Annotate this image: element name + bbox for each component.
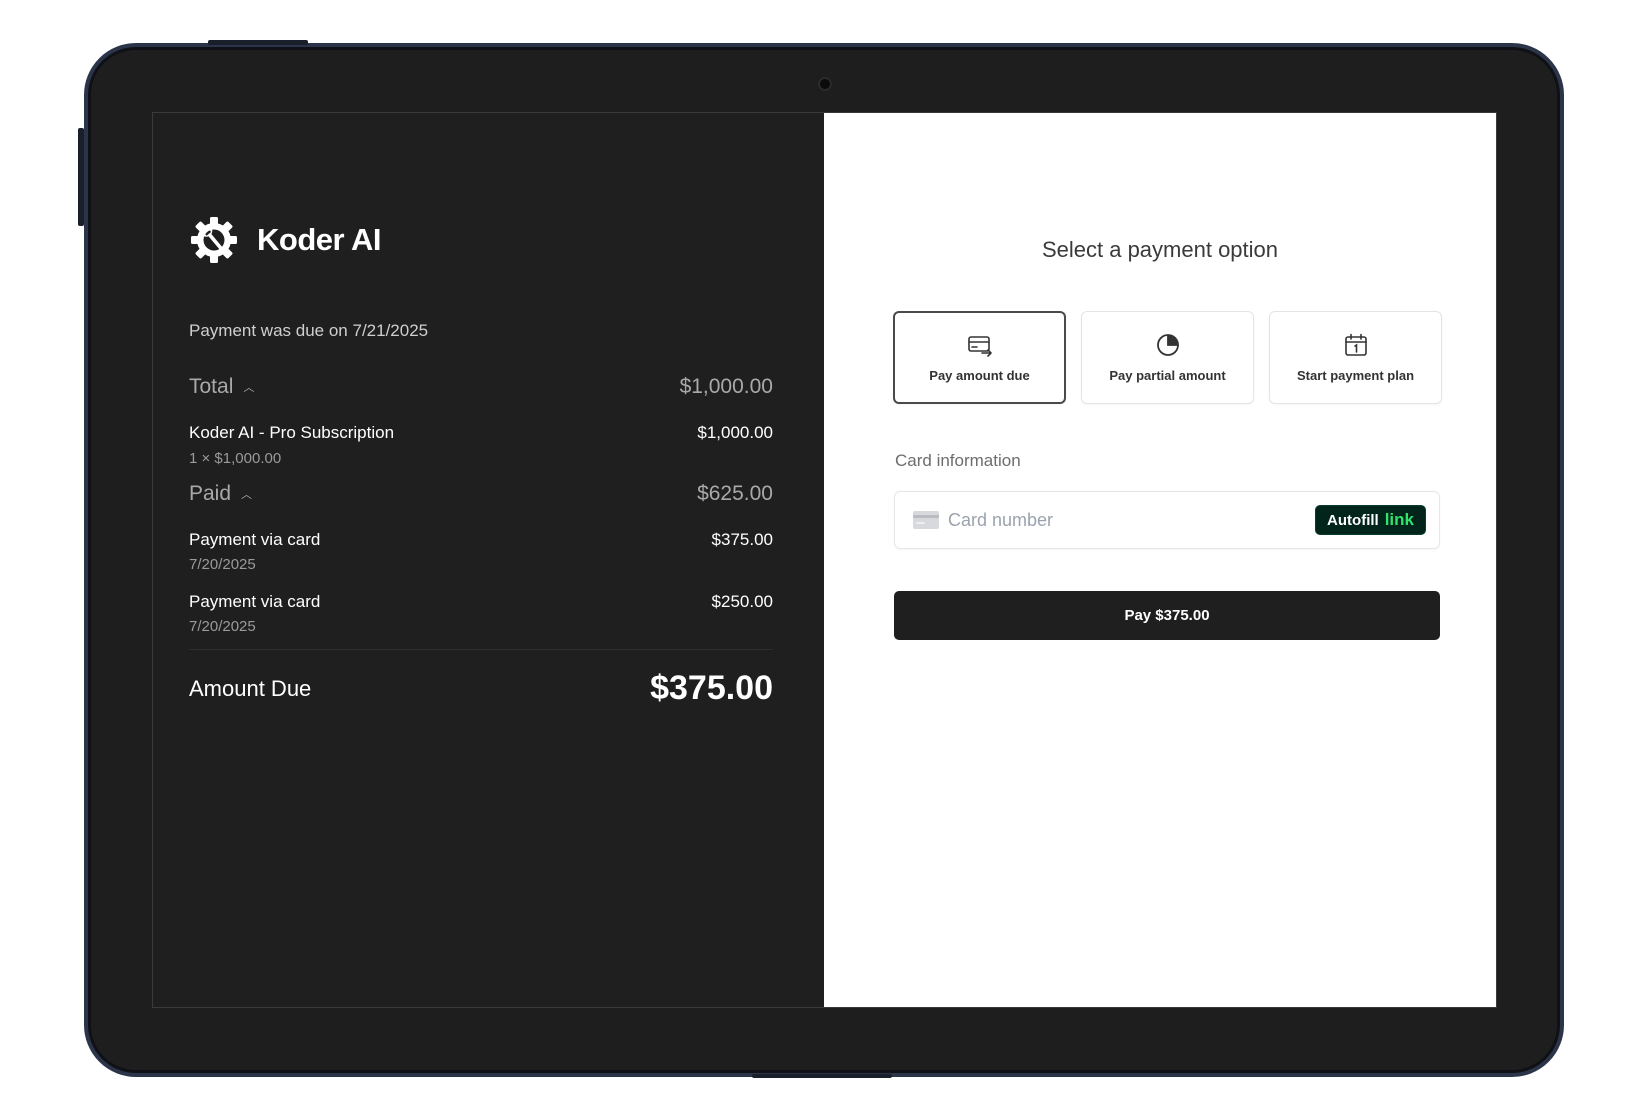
payment-item-title: Payment via card [189, 592, 321, 611]
option-label: Pay partial amount [1109, 368, 1226, 383]
screen: Koder AI Payment was due on 7/21/2025 To… [152, 112, 1497, 1008]
card-number-field[interactable]: Autofill link [894, 491, 1440, 549]
option-pay-partial-amount[interactable]: Pay partial amount [1081, 311, 1254, 404]
card-transfer-icon [967, 336, 992, 357]
option-start-payment-plan[interactable]: Start payment plan [1269, 311, 1442, 404]
paid-row[interactable]: Paid ︿ $625.00 [189, 482, 773, 506]
line-item-title: Koder AI - Pro Subscription [189, 423, 395, 442]
total-row[interactable]: Total ︿ $1,000.00 [189, 375, 773, 399]
paid-toggle[interactable]: Paid ︿ [189, 482, 252, 506]
payment-item: Payment via card $375.00 [189, 530, 773, 550]
chevron-up-icon: ︿ [241, 489, 253, 501]
line-item: Koder AI - Pro Subscription $1,000.00 [189, 423, 773, 443]
amount-due-row: Amount Due $375.00 [189, 669, 773, 708]
option-pay-amount-due[interactable]: Pay amount due [893, 311, 1066, 404]
pie-chart-icon [1156, 334, 1179, 356]
card-number-input[interactable] [948, 509, 1316, 531]
autofill-label: Autofill [1327, 511, 1379, 529]
invoice-summary-pane: Koder AI Payment was due on 7/21/2025 To… [153, 113, 824, 1007]
gear-wrench-logo-icon [191, 217, 237, 263]
payment-options: Pay amount due Pay partial amount Start … [893, 311, 1442, 404]
brand: Koder AI [189, 215, 382, 265]
summary-divider [189, 649, 773, 650]
payment-item-date: 7/20/2025 [189, 556, 256, 573]
amount-due-label: Amount Due [189, 675, 312, 701]
total-toggle[interactable]: Total ︿ [189, 375, 254, 399]
merchant-name: Koder AI [257, 222, 382, 257]
total-label: Total [189, 375, 234, 398]
option-label: Start payment plan [1296, 368, 1415, 383]
paid-label: Paid [189, 482, 232, 505]
autofill-link-button[interactable]: Autofill link [1315, 505, 1426, 535]
paid-amount: $625.00 [697, 482, 773, 505]
payment-heading: Select a payment option [1041, 237, 1279, 262]
chevron-up-icon: ︿ [243, 382, 255, 394]
line-item-quantity: 1 × $1,000.00 [189, 450, 282, 467]
payment-item-date: 7/20/2025 [189, 618, 256, 635]
option-label: Pay amount due [929, 368, 1030, 383]
payment-item-title: Payment via card [189, 530, 321, 549]
amount-due-value: $375.00 [650, 669, 773, 707]
payment-item-amount: $250.00 [711, 592, 773, 611]
tablet-side-button [78, 128, 84, 226]
calendar-icon [1344, 333, 1367, 356]
card-information-label: Card information [895, 451, 1021, 470]
payment-pane: Select a payment option Pay amount due P… [824, 113, 1496, 1007]
pay-button[interactable]: Pay $375.00 [894, 591, 1440, 640]
tablet-bottom-connector [752, 1074, 892, 1078]
credit-card-icon [913, 511, 939, 529]
link-logo: link [1384, 510, 1414, 529]
payment-item: Payment via card $250.00 [189, 592, 773, 612]
tablet-top-button [208, 40, 308, 45]
payment-item-amount: $375.00 [711, 530, 773, 549]
total-amount: $1,000.00 [679, 375, 773, 398]
line-item-amount: $1,000.00 [697, 423, 773, 442]
front-camera [818, 77, 832, 91]
due-date-note: Payment was due on 7/21/2025 [189, 321, 429, 340]
